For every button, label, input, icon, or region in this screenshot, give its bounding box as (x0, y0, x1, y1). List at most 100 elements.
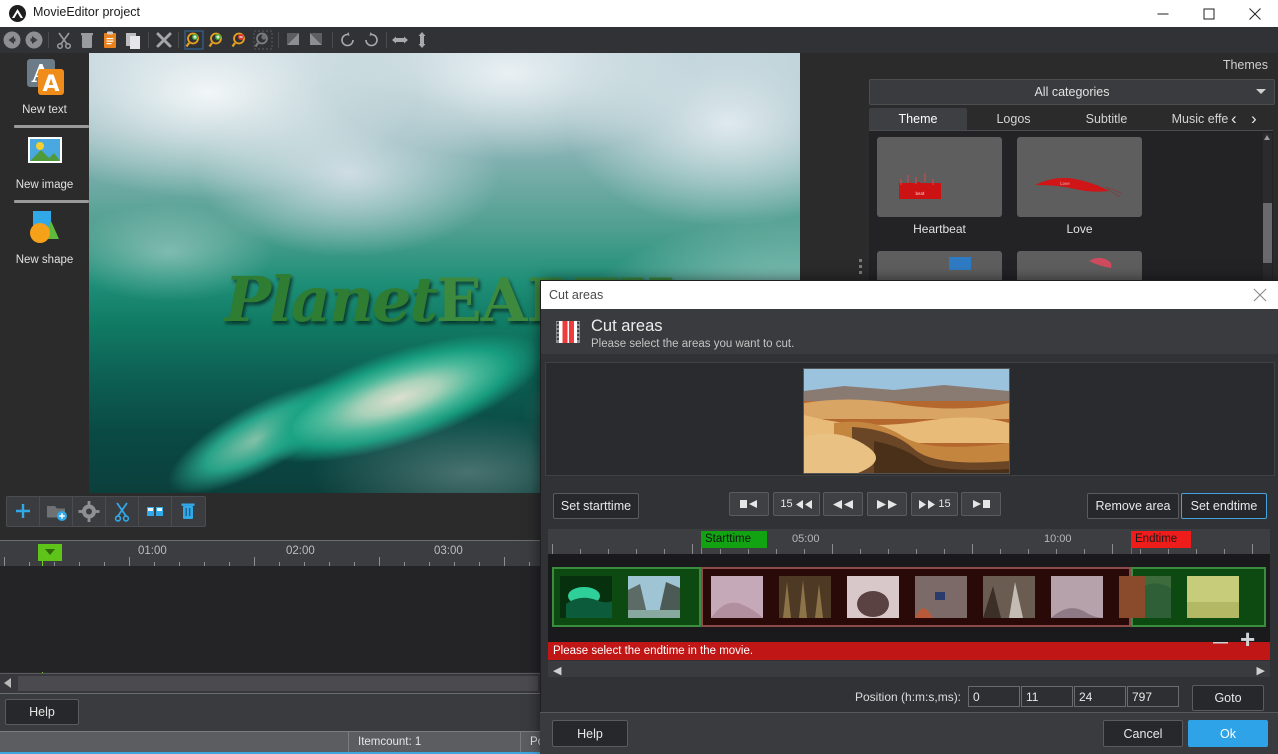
add-media-button[interactable] (40, 497, 73, 526)
set-endtime-button[interactable]: Set endtime (1181, 493, 1267, 519)
dialog-subheading: Please select the areas you want to cut. (591, 338, 794, 350)
new-image-tool[interactable]: New image (0, 128, 89, 203)
timeline-ruler[interactable]: 01:00 02:00 03:00 (0, 540, 545, 567)
chevron-left-icon[interactable]: ‹ (1231, 110, 1237, 128)
scrollbar-thumb[interactable] (18, 676, 538, 691)
cut-icon[interactable] (54, 30, 74, 50)
settings-button[interactable] (73, 497, 106, 526)
tab-scroll-controls: ‹ › (1231, 108, 1273, 130)
delete-icon[interactable] (77, 30, 97, 50)
split-button[interactable] (139, 497, 172, 526)
scroll-left-icon[interactable] (4, 678, 11, 688)
dialog-close-button[interactable] (1241, 281, 1278, 309)
close-button[interactable] (1232, 0, 1278, 27)
playhead-handle[interactable] (38, 544, 62, 561)
set-starttime-button[interactable]: Set starttime (553, 493, 639, 519)
status-itemcount: Itemcount: 1 (358, 736, 421, 748)
end-time-marker[interactable]: Endtime (1131, 531, 1191, 548)
new-shape-tool[interactable]: New shape (0, 203, 89, 278)
go-to-start-button[interactable] (729, 492, 769, 516)
rewind-button[interactable] (823, 492, 863, 516)
tab-theme[interactable]: Theme (869, 108, 967, 130)
chevron-right-icon[interactable]: › (1251, 110, 1257, 128)
zoom-in-icon[interactable] (207, 30, 227, 50)
theme-thumbnail: Love (1017, 137, 1142, 217)
forward-15-button[interactable]: 15 (911, 492, 958, 516)
move-vertical-icon[interactable] (412, 30, 432, 50)
category-dropdown-value: All categories (1034, 85, 1109, 99)
ruler-label: 03:00 (434, 545, 463, 557)
move-horizontal-icon[interactable] (390, 30, 410, 50)
goto-button[interactable]: Goto (1192, 685, 1264, 711)
back-icon[interactable] (2, 30, 22, 50)
flip-horizontal-icon[interactable] (284, 30, 304, 50)
scrollbar-thumb[interactable] (1263, 203, 1272, 263)
position-ms-input[interactable]: 797 (1127, 686, 1179, 707)
scroll-right-icon[interactable]: ▶ (1257, 664, 1265, 677)
rotate-left-icon[interactable] (338, 30, 358, 50)
application-window: MovieEditor project (0, 0, 1278, 754)
copy-icon[interactable] (123, 30, 143, 50)
timeline-toolbar (6, 496, 206, 527)
theme-card-label: Love (1017, 222, 1142, 236)
add-item-button[interactable] (7, 497, 40, 526)
start-time-marker[interactable]: Starttime (701, 531, 767, 548)
remove-icon[interactable] (154, 30, 174, 50)
zoom-in-button[interactable]: + (1240, 626, 1255, 652)
dialog-filmstrip[interactable] (548, 554, 1270, 642)
filmstrip-frame (560, 576, 612, 618)
remove-area-button[interactable]: Remove area (1087, 493, 1179, 519)
timeline-track-area[interactable]: Filename: my movie (3).mp4 Videosize: 12… (0, 566, 545, 672)
paste-icon[interactable] (100, 30, 120, 50)
zoom-selection-icon[interactable] (253, 30, 273, 50)
dialog-help-button[interactable]: Help (552, 720, 628, 747)
new-text-label: New text (0, 104, 89, 116)
go-to-end-button[interactable] (961, 492, 1001, 516)
preview-title-script: Planet (225, 263, 437, 336)
minimize-button[interactable] (1140, 0, 1186, 27)
svg-text:A: A (42, 72, 59, 97)
filmstrip-frame (1051, 576, 1103, 618)
help-button[interactable]: Help (5, 699, 79, 725)
new-shape-label: New shape (0, 254, 89, 266)
cut-clip-button[interactable] (106, 497, 139, 526)
theme-card-love[interactable]: Love Love (1017, 137, 1142, 236)
themes-panel: Themes All categories Theme Logos Subtit… (864, 53, 1278, 283)
title-bar: MovieEditor project (0, 0, 1278, 28)
scroll-left-icon[interactable]: ◀ (553, 664, 561, 677)
forward-icon[interactable] (24, 30, 44, 50)
dialog-ok-button[interactable]: Ok (1188, 720, 1268, 747)
flip-vertical-icon[interactable] (307, 30, 327, 50)
timeline-horizontal-scrollbar[interactable] (0, 673, 545, 693)
position-hours-input[interactable]: 0 (968, 686, 1020, 707)
position-minutes-input[interactable]: 11 (1021, 686, 1073, 707)
dialog-horizontal-scrollbar[interactable]: ◀ ▶ (548, 661, 1270, 677)
dialog-preview-image (803, 368, 1010, 474)
zoom-out-icon[interactable] (230, 30, 250, 50)
forward-button[interactable] (867, 492, 907, 516)
new-image-label: New image (0, 179, 89, 191)
dialog-heading: Cut areas (591, 317, 663, 336)
dialog-ruler-label: 05:00 (792, 533, 820, 545)
panel-splitter[interactable] (857, 256, 864, 278)
tab-logos[interactable]: Logos (967, 108, 1060, 130)
theme-card-heartbeat[interactable]: beat Heartbeat (877, 137, 1002, 236)
trash-button[interactable] (172, 497, 204, 526)
dialog-cancel-button[interactable]: Cancel (1103, 720, 1183, 747)
new-text-tool[interactable]: A A New text (0, 53, 89, 128)
rotate-right-icon[interactable] (361, 30, 381, 50)
position-seconds-input[interactable]: 24 (1074, 686, 1126, 707)
dialog-ruler-label: 10:00 (1044, 533, 1072, 545)
maximize-button[interactable] (1186, 0, 1232, 27)
filmstrip-frame (1119, 576, 1171, 618)
filmstrip-frame (915, 576, 967, 618)
category-dropdown[interactable]: All categories (869, 79, 1275, 105)
tool-rail: A A New text New image (0, 53, 89, 493)
filmstrip-frame (779, 576, 831, 618)
svg-text:beat: beat (915, 191, 924, 196)
zoom-fit-icon[interactable] (184, 30, 204, 50)
zoom-out-button[interactable]: — (1213, 634, 1228, 651)
scroll-up-icon[interactable] (1264, 135, 1270, 140)
tab-subtitle[interactable]: Subtitle (1060, 108, 1153, 130)
back-15-button[interactable]: 15 (773, 492, 820, 516)
